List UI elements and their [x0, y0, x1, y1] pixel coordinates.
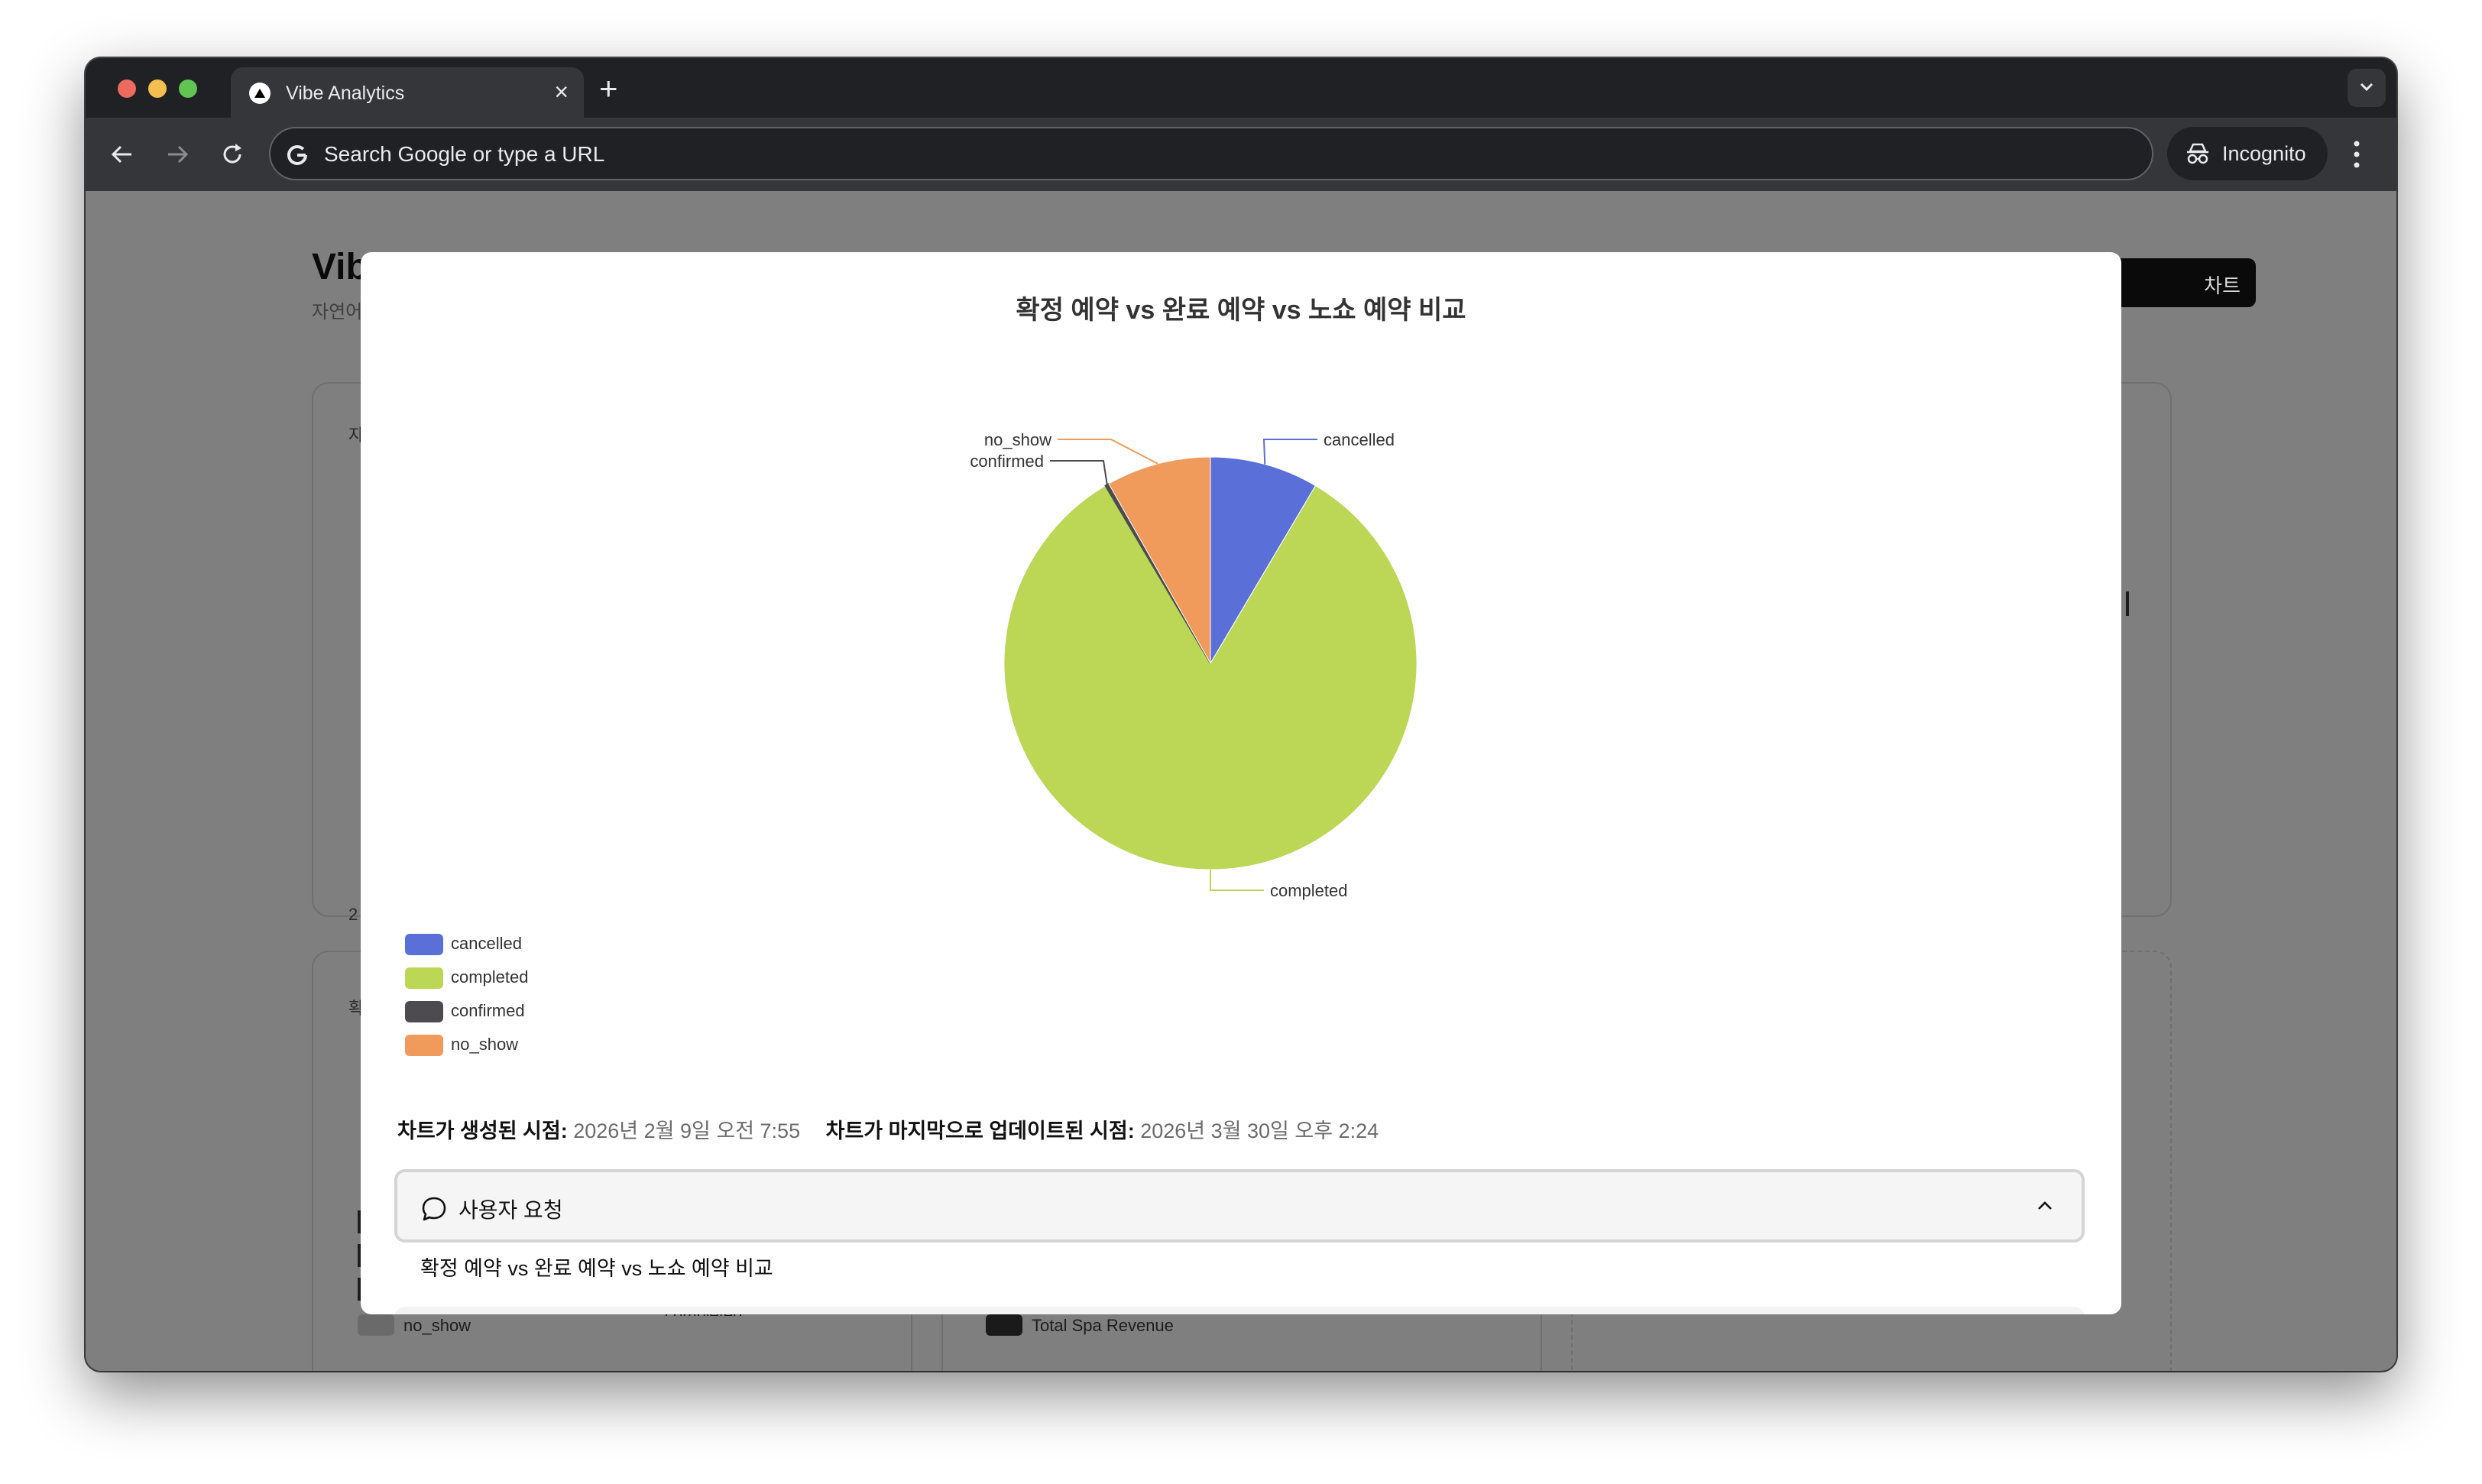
user-request-label: 사용자 요청 — [458, 1198, 563, 1222]
chat-bubble-icon — [422, 1197, 446, 1221]
user-request-text: 확정 예약 vs 완료 예약 vs 노쇼 예약 비교 — [420, 1257, 773, 1280]
background-card-mark — [2126, 591, 2129, 616]
maximize-window-button[interactable] — [179, 79, 197, 98]
reload-icon[interactable] — [215, 138, 249, 171]
leader-line-cancelled — [1262, 439, 1317, 465]
incognito-label: Incognito — [2222, 142, 2306, 165]
updated-label: 차트가 마지막으로 업데이트된 시점: — [825, 1119, 1135, 1142]
tab-title: Vibe Analytics — [286, 83, 405, 104]
background-button-label: 차트 — [2204, 274, 2241, 297]
address-bar[interactable]: Search Google or type a URL — [269, 127, 2153, 180]
chart-metadata: 차트가 생성된 시점: 2026년 2월 9일 오전 7:55 차트가 마지막으… — [397, 1114, 1398, 1144]
kebab-menu-icon[interactable] — [2349, 136, 2364, 173]
background-card-axis-fragment: 2 — [348, 905, 358, 924]
created-label: 차트가 생성된 시점: — [397, 1119, 568, 1142]
tab-vibe-analytics[interactable]: Vibe Analytics × — [231, 67, 584, 118]
chart-detail-modal: 확정 예약 vs 완료 예약 vs 노쇼 예약 비교 cancelled comp… — [361, 252, 2121, 1314]
background-legend-swatch-no-show — [358, 1314, 394, 1336]
legend-swatch — [405, 934, 443, 955]
close-window-button[interactable] — [118, 79, 136, 98]
background-legend-no-show: no_show — [403, 1316, 471, 1335]
chevron-up-icon[interactable] — [2036, 1200, 2054, 1212]
background-page-title: Vib — [312, 247, 368, 287]
page-viewport: Vib 자연어 차트 자 2 확 no_show completed Total… — [86, 191, 2396, 1371]
slice-label-confirmed: confirmed — [970, 452, 1044, 471]
legend-label: cancelled — [451, 934, 522, 953]
user-request-accordion[interactable]: 사용자 요청 — [394, 1169, 2085, 1243]
google-g-icon — [287, 144, 307, 165]
slice-label-completed: completed — [1270, 881, 1348, 900]
incognito-indicator[interactable]: Incognito — [2167, 127, 2328, 180]
leader-line-completed — [1210, 870, 1264, 891]
chevron-down-icon — [2360, 83, 2373, 92]
legend-swatch — [405, 1035, 443, 1056]
tab-search-button[interactable] — [2348, 69, 2386, 107]
legend-swatch — [405, 1001, 443, 1022]
slice-label-no-show: no_show — [984, 430, 1051, 449]
back-arrow-icon[interactable] — [105, 138, 139, 171]
tab-strip: Vibe Analytics × + — [86, 58, 2396, 118]
incognito-icon — [2187, 143, 2208, 164]
vercel-logo-icon — [249, 83, 271, 104]
background-create-chart-button: 차트 — [2103, 258, 2256, 307]
browser-toolbar: Search Google or type a URL Incognito — [86, 118, 2396, 191]
minimize-window-button[interactable] — [148, 79, 167, 98]
next-section-edge — [394, 1307, 2085, 1314]
updated-value: 2026년 3월 30일 오후 2:24 — [1140, 1119, 1379, 1142]
pie-chart: cancelled completed confirmed no_show — [970, 430, 1418, 900]
created-value: 2026년 2월 9일 오전 7:55 — [573, 1119, 801, 1142]
legend-label: no_show — [451, 1035, 519, 1054]
background-legend-swatch-spa — [986, 1314, 1022, 1336]
slice-label-cancelled: cancelled — [1324, 430, 1395, 449]
background-legend-total-spa-revenue: Total Spa Revenue — [1032, 1316, 1174, 1335]
legend-label: completed — [451, 967, 529, 987]
address-bar-placeholder: Search Google or type a URL — [324, 142, 605, 166]
background-page-subtitle: 자연어 — [312, 302, 363, 322]
forward-arrow-icon[interactable] — [160, 138, 194, 171]
leader-line-confirmed — [1050, 460, 1108, 485]
new-tab-button[interactable]: + — [599, 70, 618, 107]
browser-window: Vibe Analytics × + Search Google or type… — [86, 58, 2396, 1371]
legend-label: confirmed — [451, 1001, 525, 1020]
close-tab-icon[interactable]: × — [554, 78, 569, 105]
legend-swatch — [405, 967, 443, 989]
